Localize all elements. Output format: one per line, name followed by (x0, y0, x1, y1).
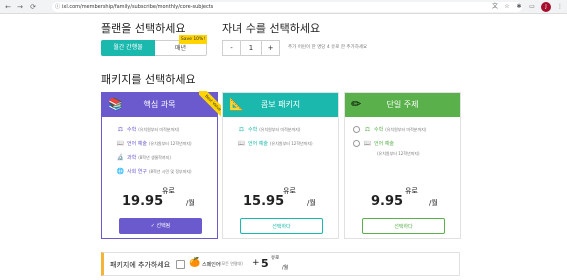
plan-yearly-label: 매년 (174, 45, 187, 52)
bookmark-star-icon[interactable]: ☆ (502, 2, 512, 12)
feature-row: 📖 언어 예술 (유치원부터 12학년까지) (237, 139, 313, 149)
social-studies-icon: 🌐 (116, 168, 125, 175)
feature-row[interactable]: 📖 언어 예술 (유치원부터 12학년까지) (353, 139, 420, 156)
addon-item-sub: (모든 연령대) (220, 261, 243, 266)
increment-button[interactable]: + (261, 40, 280, 56)
site-info-icon[interactable]: ⓘ (55, 2, 60, 12)
button-label: 선택됨 (156, 223, 171, 229)
feature-row[interactable]: ⚖ 수학 (유치원부터 미적분까지) (353, 125, 426, 135)
forward-icon[interactable]: → (15, 2, 25, 12)
package-card-core[interactable]: 📚 핵심 과목 Best Value ⚖ 수학 (유치원부터 미적분까지) 📖 언어 … (101, 91, 221, 239)
feature-sub: (유치원부터 12학년까지) (270, 141, 313, 146)
select-button[interactable]: 선택하다 (362, 218, 445, 234)
addon-box: 패키지에 추가하세요 🍊 스페인어 (모든 연령대) + 5 유로 /월 (101, 252, 460, 276)
extra-child-note: 추가 어린이 한 명당 4 유로 한 추가하세요 (288, 45, 368, 50)
plan-section-title: 플랜을 선택하세요 (101, 22, 186, 35)
save-badge: Save 10%! (179, 35, 207, 44)
math-icon: ⚖ (238, 126, 245, 133)
feature-label: 언어 예술 (248, 141, 268, 147)
feature-row: 🌐 사회 연구 (8학년 시민 및 정부까지) (116, 167, 192, 177)
back-icon[interactable]: ← (3, 2, 13, 12)
package-card-single[interactable]: ✏ 단일 주제 ⚖ 수학 (유치원부터 미적분까지) 📖 언어 예술 (유치원부터 1… (344, 92, 461, 239)
addon-period: /월 (282, 265, 289, 271)
price-value: 15.95 (243, 194, 285, 209)
feature-sub: (8학년 시민 및 정부까지) (149, 169, 192, 174)
price-currency: 유로 (162, 187, 175, 195)
addon-price: 5 (261, 257, 269, 270)
card-title: 단일 주제 (386, 100, 419, 109)
feature-label: 수학 (248, 127, 258, 133)
feature-sub: (유치원부터 12학년까지) (149, 141, 192, 146)
feature-row: 📖 언어 예술 (유치원부터 12학년까지) (116, 139, 192, 149)
card-header: 📐 콤보 패키지 (223, 93, 338, 117)
feature-sub: (유치원부터 12학년까지) (377, 151, 420, 156)
menu-icon[interactable]: ⋮ (555, 2, 565, 12)
feature-label: 과학 (127, 155, 137, 161)
address-bar[interactable]: ⓘ ixl.com/membership/family/subscribe/mo… (52, 2, 522, 12)
selected-button[interactable]: ✓ 선택됨 (119, 218, 202, 234)
decrement-button[interactable]: - (222, 40, 241, 56)
feature-label: 수학 (127, 127, 137, 133)
feature-sub: (유치원부터 미적분까지) (385, 127, 427, 132)
extensions-icon[interactable]: ✱ (514, 2, 524, 12)
price-currency: 유로 (283, 187, 296, 195)
price-period: /월 (307, 199, 316, 207)
card-header: ✏ 단일 주제 (345, 93, 460, 117)
browser-toolbar: ← → ⟳ ⓘ ixl.com/membership/family/subscr… (0, 0, 567, 14)
feature-row: 🔬 과학 (8학년 생물학까지) (116, 153, 171, 163)
addon-title: 패키지에 추가하세요 (110, 261, 171, 269)
price-period: /월 (429, 199, 438, 207)
card-header: 📚 핵심 과목 Best Value (102, 91, 221, 119)
price-value: 19.95 (122, 194, 164, 209)
language-arts-icon: 📖 (237, 140, 246, 147)
feature-label: 언어 예술 (374, 141, 394, 147)
best-value-ribbon: Best Value (199, 91, 221, 119)
price-period: /월 (186, 199, 195, 207)
feature-row: ⚖ 수학 (유치원부터 미적분까지) (237, 125, 301, 135)
package-card-combo[interactable]: 📐 콤보 패키지 ⚖ 수학 (유치원부터 미적분까지) 📖 언어 예술 (유치원부터 1… (222, 92, 339, 239)
reload-icon[interactable]: ⟳ (28, 2, 38, 12)
feature-row: ⚖ 수학 (유치원부터 미적분까지) (116, 125, 180, 135)
price-currency: 유로 (405, 187, 418, 195)
addon-plus: + (252, 258, 260, 268)
spanish-flag-icon: 🍊 (189, 258, 201, 268)
science-icon: 🔬 (116, 154, 125, 161)
math-icon: ⚖ (364, 126, 371, 133)
select-button[interactable]: 선택하다 (240, 218, 323, 234)
package-section-title: 패키지를 선택하세요 (101, 73, 196, 86)
feature-sub: (유치원부터 미적분까지) (259, 127, 301, 132)
children-section-title: 자녀 수를 선택하세요 (222, 22, 321, 35)
language-arts-icon: 📖 (363, 140, 372, 147)
translate-icon[interactable]: 文 (490, 2, 500, 12)
addon-checkbox[interactable] (176, 260, 185, 269)
addon-item-label: 스페인어 (202, 262, 221, 268)
side-panel-icon[interactable]: ▭ (527, 2, 537, 12)
feature-sub: (유치원부터 미적분까지) (138, 127, 180, 132)
addon-currency: 유로 (271, 256, 280, 261)
ribbon-label: Best Value (199, 91, 221, 119)
language-arts-icon: 📖 (116, 140, 125, 147)
url-text: ixl.com/membership/family/subscribe/mont… (62, 4, 214, 10)
feature-sub: (8학년 생물학까지) (138, 155, 171, 160)
check-icon: ✓ (150, 223, 155, 229)
radio-button[interactable] (353, 140, 360, 147)
plan-monthly-tab[interactable]: 월간 간행물 (101, 40, 155, 56)
feature-label: 수학 (374, 127, 384, 133)
child-count-field[interactable]: 1 (240, 40, 262, 56)
avatar[interactable]: J (541, 2, 551, 12)
feature-label: 언어 예술 (127, 141, 147, 147)
math-icon: ⚖ (117, 126, 124, 133)
feature-label: 사회 연구 (127, 169, 147, 175)
card-title: 콤보 패키지 (260, 100, 301, 109)
radio-button[interactable] (353, 126, 360, 133)
price-value: 9.95 (371, 194, 404, 209)
